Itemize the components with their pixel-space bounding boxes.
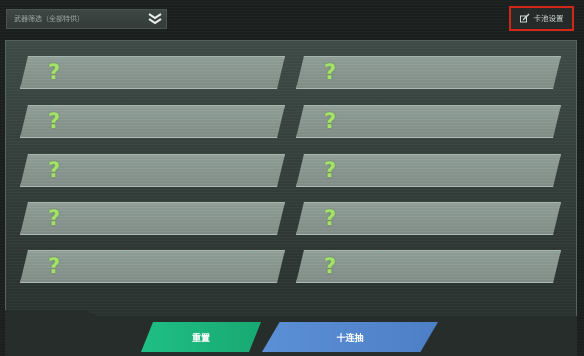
- weapon-filter-label: 武器筛选（全部特供）: [14, 15, 84, 23]
- card-slot[interactable]: ?: [20, 56, 285, 89]
- card-slot[interactable]: ?: [296, 250, 561, 283]
- unknown-card-icon: ?: [324, 109, 337, 133]
- card-slot[interactable]: ?: [296, 105, 561, 138]
- unknown-card-icon: ?: [48, 254, 61, 278]
- edit-icon: [519, 13, 530, 25]
- unknown-card-icon: ?: [324, 206, 337, 230]
- weapon-filter-dropdown[interactable]: 武器筛选（全部特供）: [6, 9, 167, 29]
- card-slot[interactable]: ?: [296, 56, 561, 89]
- unknown-card-icon: ?: [324, 60, 337, 84]
- unknown-card-icon: ?: [324, 158, 337, 182]
- unknown-card-icon: ?: [48, 109, 61, 133]
- chevron-down-icon[interactable]: [144, 10, 166, 28]
- pool-settings-label: 卡池设置: [533, 14, 564, 23]
- unknown-card-icon: ?: [48, 60, 61, 84]
- unknown-card-icon: ?: [48, 158, 61, 182]
- card-slot[interactable]: ?: [20, 202, 285, 235]
- top-bar: 武器筛选（全部特供） 卡池设置: [0, 0, 584, 38]
- card-slot[interactable]: ?: [296, 154, 561, 187]
- unknown-card-icon: ?: [48, 206, 61, 230]
- card-slot[interactable]: ?: [20, 154, 285, 187]
- pool-settings-button[interactable]: 卡池设置: [509, 6, 574, 31]
- card-slot[interactable]: ?: [20, 250, 285, 283]
- card-slot[interactable]: ?: [20, 105, 285, 138]
- ten-draw-button[interactable]: 十连抽: [262, 322, 438, 352]
- reset-button[interactable]: 重置: [141, 322, 261, 352]
- unknown-card-icon: ?: [324, 254, 337, 278]
- card-slot[interactable]: ?: [296, 202, 561, 235]
